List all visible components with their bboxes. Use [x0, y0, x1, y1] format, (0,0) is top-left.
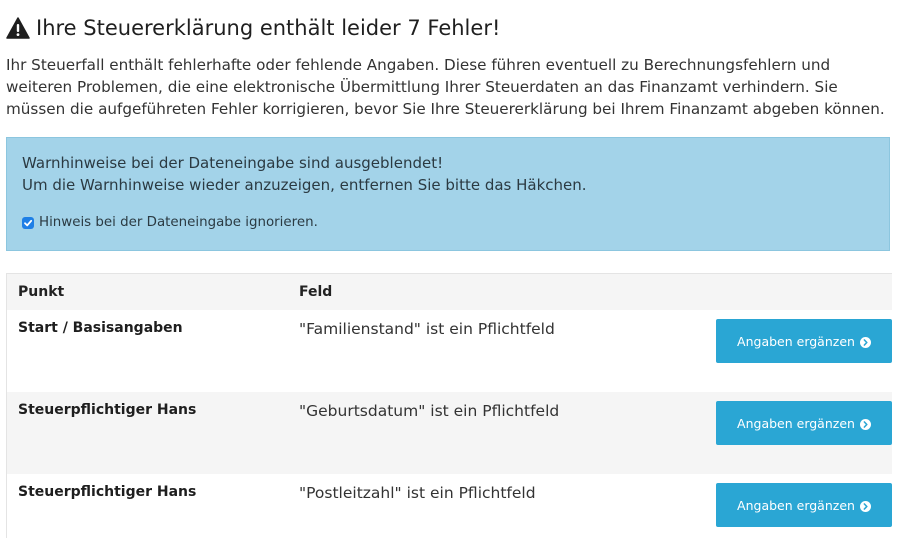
row-punkt: Start / Basisangaben [18, 320, 183, 336]
button-label: Angaben ergänzen [737, 333, 855, 349]
button-label: Angaben ergänzen [737, 497, 855, 513]
row-feld: "Familienstand" ist ein Pflichtfeld [299, 320, 555, 338]
chevron-right-circle-icon [859, 336, 871, 348]
button-label: Angaben ergänzen [737, 415, 855, 431]
angaben-ergaenzen-button[interactable]: Angaben ergänzen [716, 319, 892, 363]
row-feld: "Geburtsdatum" ist ein Pflichtfeld [299, 402, 560, 420]
info-line-2: Um die Warnhinweise wieder anzuzeigen, e… [22, 176, 587, 194]
checkmark-icon [24, 219, 33, 226]
row-punkt: Steuerpflichtiger Hans [18, 484, 197, 500]
chevron-right-circle-icon [859, 418, 871, 430]
table-row: Steuerpflichtiger Hans "Postleitzahl" is… [7, 474, 892, 538]
error-table: Punkt Feld Start / Basisangaben "Familie… [6, 273, 892, 538]
info-alert: Warnhinweise bei der Dateneingabe sind a… [6, 137, 890, 251]
column-header-feld: Feld [299, 284, 333, 300]
table-row: Start / Basisangaben "Familienstand" ist… [7, 310, 892, 392]
angaben-ergaenzen-button[interactable]: Angaben ergänzen [716, 483, 892, 527]
ignore-hints-row[interactable]: Hinweis bei der Dateneingabe ignorieren. [22, 215, 873, 230]
chevron-right-circle-icon [859, 500, 871, 512]
row-feld: "Postleitzahl" ist ein Pflichtfeld [299, 484, 536, 502]
ignore-hints-label[interactable]: Hinweis bei der Dateneingabe ignorieren. [39, 215, 318, 230]
column-header-punkt: Punkt [18, 284, 65, 300]
page-title: Ihre Steuererklärung enthält leider 7 Fe… [6, 16, 500, 40]
error-summary-page: Ihre Steuererklärung enthält leider 7 Fe… [0, 0, 904, 538]
warning-triangle-icon [6, 17, 30, 39]
table-row: Steuerpflichtiger Hans "Geburtsdatum" is… [7, 392, 892, 474]
table-header: Punkt Feld [7, 274, 892, 310]
info-line-1: Warnhinweise bei der Dateneingabe sind a… [22, 154, 444, 172]
angaben-ergaenzen-button[interactable]: Angaben ergänzen [716, 401, 892, 445]
row-punkt: Steuerpflichtiger Hans [18, 402, 197, 418]
ignore-hints-checkbox[interactable] [22, 216, 34, 229]
intro-text: Ihr Steuerfall enthält fehlerhafte oder … [6, 56, 885, 118]
page-title-text: Ihre Steuererklärung enthält leider 7 Fe… [36, 16, 501, 40]
